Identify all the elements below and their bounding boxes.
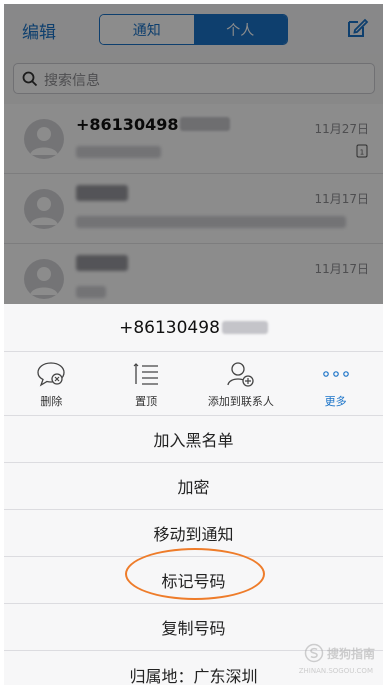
option-blacklist[interactable]: 加入黑名单 <box>4 416 383 463</box>
quick-actions: 删除 置顶 添加到联系人 更多 <box>4 352 383 416</box>
delete-action[interactable]: 删除 <box>4 352 99 415</box>
pin-top-icon <box>133 363 159 385</box>
watermark: 搜狗指南 <box>304 643 375 663</box>
highlight-circle <box>125 548 265 600</box>
add-contact-label: 添加到联系人 <box>207 395 274 408</box>
add-contact-action[interactable]: 添加到联系人 <box>194 352 289 415</box>
watermark-text: 搜狗指南 <box>326 646 375 661</box>
pin-top-action[interactable]: 置顶 <box>99 352 194 415</box>
delete-bubble-icon <box>37 362 66 387</box>
sheet-title: +86130498 <box>4 304 383 352</box>
add-contact-icon <box>227 362 254 387</box>
more-dots-icon <box>322 371 349 377</box>
screen: 编辑 通知 个人 搜索信息 +86130498 11月27日 1 11月17日 … <box>4 4 383 685</box>
pin-top-label: 置顶 <box>135 395 158 408</box>
watermark-sub: ZHINAN.SOGOU.COM <box>298 667 373 675</box>
option-encrypt[interactable]: 加密 <box>4 463 383 510</box>
dim-overlay[interactable] <box>4 4 383 304</box>
more-action[interactable]: 更多 <box>288 352 383 415</box>
delete-label: 删除 <box>40 395 63 408</box>
sogou-logo-icon <box>304 643 324 663</box>
action-sheet: +86130498 删除 置顶 添加到联系人 更多 加入黑名单 加密 移动到通知… <box>4 304 383 685</box>
more-label: 更多 <box>324 395 347 408</box>
